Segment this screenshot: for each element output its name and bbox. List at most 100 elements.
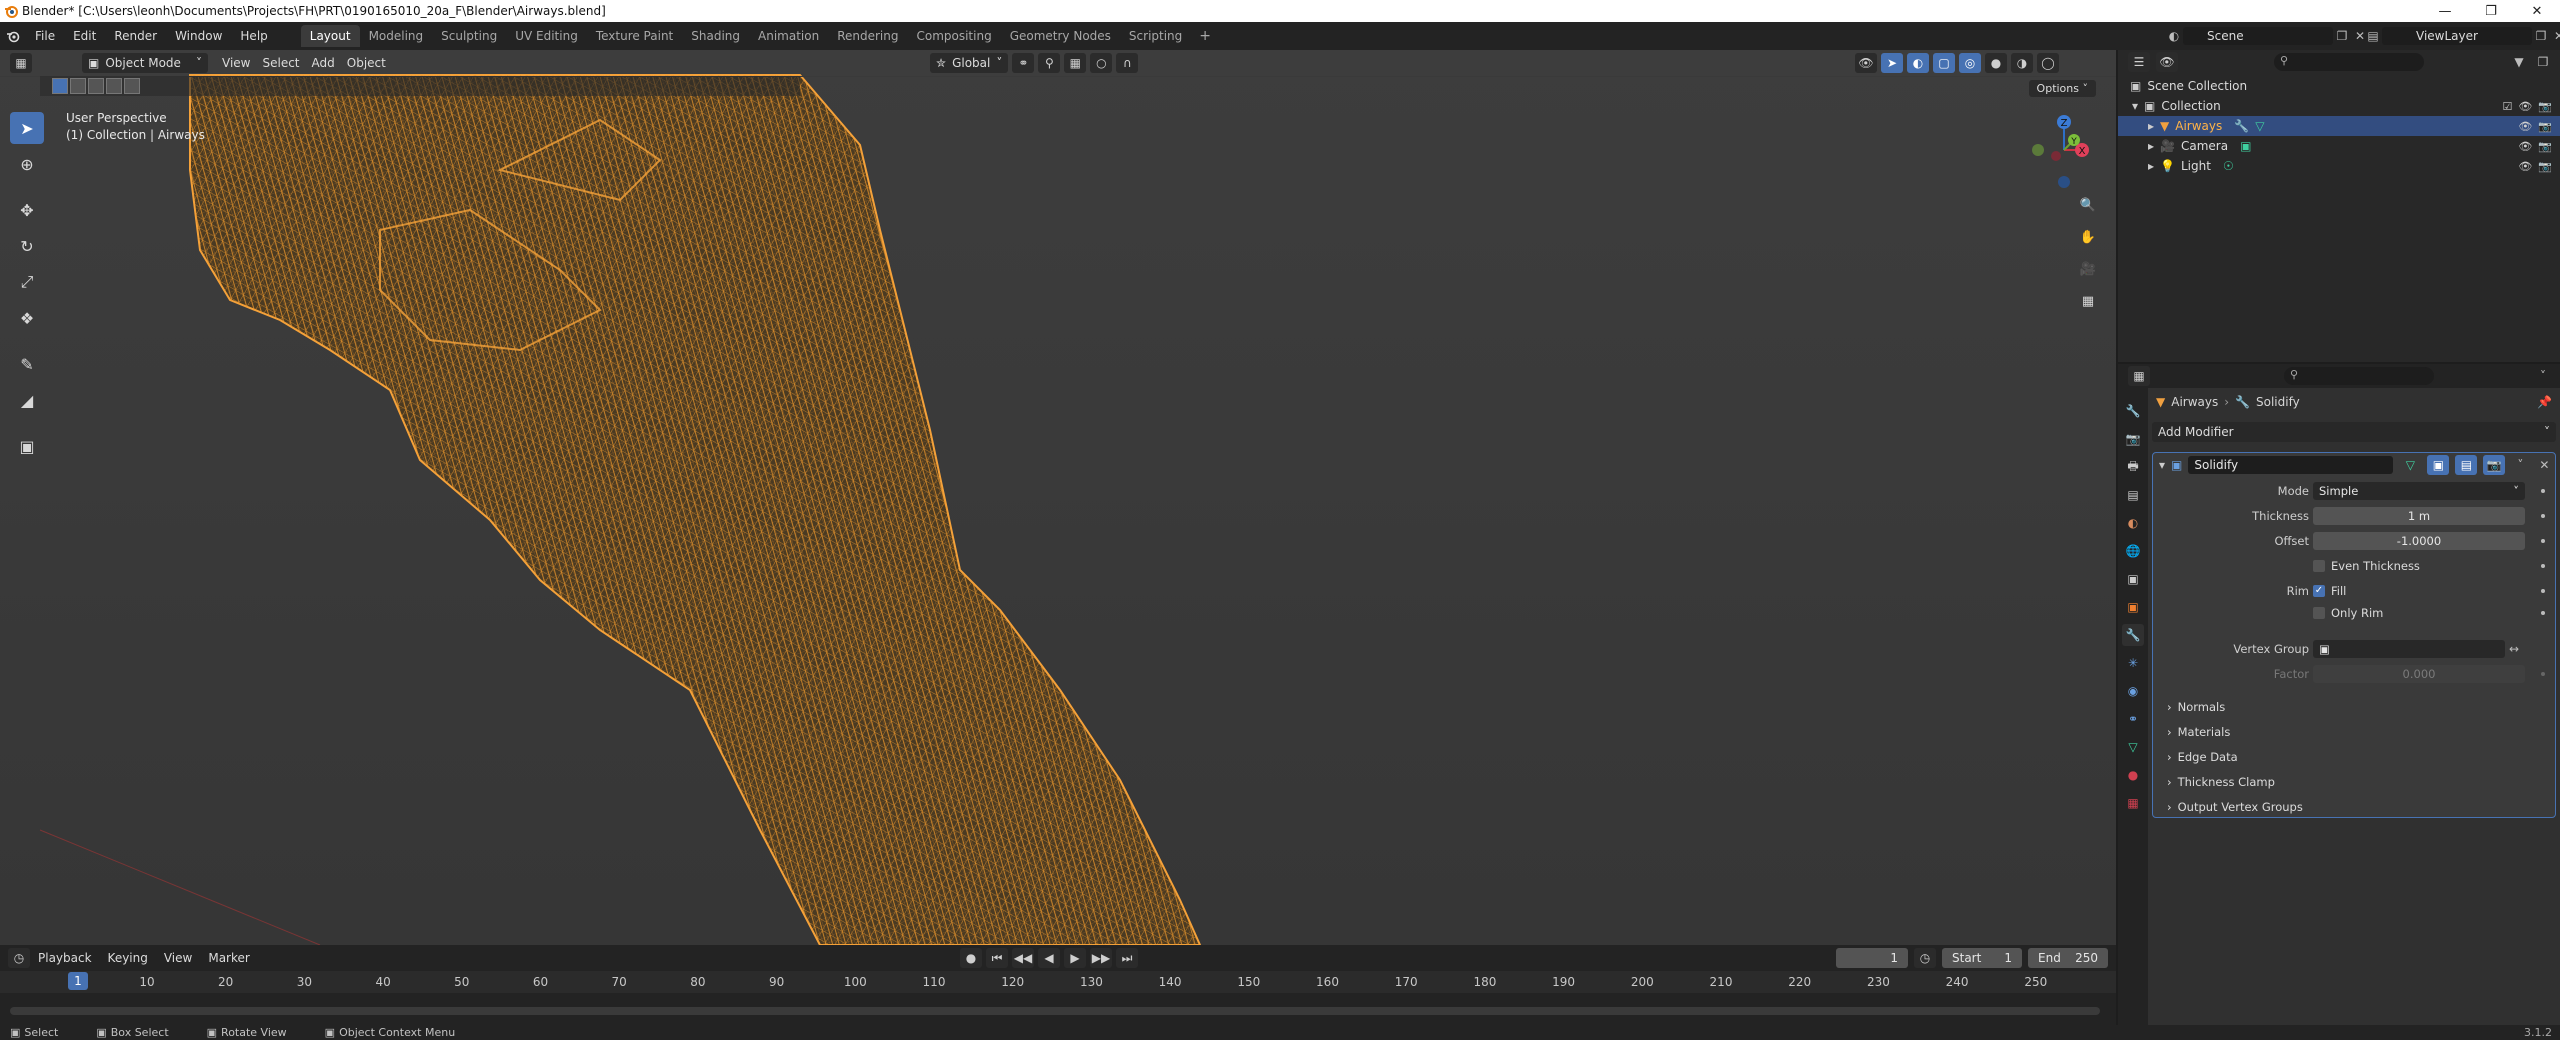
clock-icon[interactable]: ◷ — [1914, 948, 1936, 968]
tab-compositing[interactable]: Compositing — [907, 25, 1000, 47]
pin-icon[interactable]: 📌 — [2537, 395, 2552, 409]
outliner-row-collection[interactable]: ▾ ▣ Collection ☑ 👁 📷 — [2118, 96, 2560, 116]
outliner-editor-icon[interactable]: ☰ — [2128, 52, 2150, 72]
visibility-icon[interactable]: 👁 — [1855, 53, 1877, 73]
solid-shading-icon[interactable]: ● — [1985, 53, 2007, 73]
properties-editor-icon[interactable]: ▦ — [2128, 366, 2150, 386]
material-shading-icon[interactable]: ◑ — [2011, 53, 2033, 73]
close-icon[interactable]: ✕ — [2514, 0, 2560, 22]
tab-modeling[interactable]: Modeling — [360, 25, 433, 47]
chevron-down-icon[interactable]: ▾ — [2159, 458, 2165, 472]
tab-texture-paint[interactable]: Texture Paint — [587, 25, 682, 47]
outliner-row-light[interactable]: ▸ 💡 Light ☉ 👁 📷 — [2118, 156, 2560, 176]
subpanel-edge-data[interactable]: › Edge Data — [2167, 750, 2238, 764]
play-reverse-icon[interactable]: ◀ — [1038, 948, 1060, 968]
falloff-icon[interactable]: ∩ — [1116, 53, 1139, 73]
camera-render-icon[interactable]: 📷 — [2538, 140, 2552, 153]
camera-render-icon[interactable]: 📷 — [2538, 120, 2552, 133]
filter-icon[interactable]: ▼ — [2510, 53, 2528, 71]
eye-icon[interactable]: 👁 — [2518, 100, 2532, 113]
overlays-icon[interactable]: ◐ — [1907, 53, 1929, 73]
camera-render-icon[interactable]: 📷 — [2538, 160, 2552, 173]
xray-icon[interactable]: ▢ — [1933, 53, 1955, 73]
close-icon[interactable]: ✕ — [2535, 456, 2553, 474]
mesh-data-tab-icon[interactable]: ▽ — [2122, 736, 2144, 758]
start-frame-field[interactable]: Start 1 — [1942, 948, 2022, 968]
select-invert-icon[interactable] — [106, 78, 122, 94]
keyframe-dot-icon[interactable] — [2541, 589, 2545, 593]
particles-tab-icon[interactable]: ✳ — [2122, 652, 2144, 674]
timeline-menu-marker[interactable]: Marker — [200, 951, 257, 965]
jump-start-icon[interactable]: ⏮ — [986, 948, 1008, 968]
keyframe-dot-icon[interactable] — [2541, 514, 2545, 518]
end-frame-field[interactable]: End 250 — [2028, 948, 2108, 968]
menu-file[interactable]: File — [26, 22, 64, 50]
new-view-layer-icon[interactable]: ❐ — [2532, 27, 2550, 45]
3d-viewport[interactable]: ▦ ▣ Object Mode ˅ View Select Add Object… — [0, 50, 2116, 945]
chevron-down-icon[interactable]: ˅ — [2534, 367, 2552, 385]
view-layer-icon[interactable]: ▤ — [2364, 27, 2382, 45]
menu-window[interactable]: Window — [166, 22, 231, 50]
tab-shading[interactable]: Shading — [682, 25, 749, 47]
fill-checkbox[interactable]: ✓ — [2313, 585, 2325, 597]
blender-menu-icon[interactable] — [0, 29, 26, 43]
new-collection-icon[interactable]: ❐ — [2534, 53, 2552, 71]
tab-animation[interactable]: Animation — [749, 25, 828, 47]
chevron-down-icon[interactable]: ▾ — [2132, 99, 2138, 113]
timeline-scrollbar[interactable] — [10, 1007, 2100, 1015]
perspective-toggle-icon[interactable]: ▦ — [2076, 289, 2100, 313]
subpanel-normals[interactable]: › Normals — [2167, 700, 2225, 714]
invert-arrows-icon[interactable]: ↔ — [2509, 642, 2519, 656]
menu-render[interactable]: Render — [105, 22, 166, 50]
timeline-menu-keying[interactable]: Keying — [100, 951, 156, 965]
view-layer-name-field[interactable]: ViewLayer — [2382, 27, 2532, 45]
keyframe-dot-icon[interactable] — [2541, 564, 2545, 568]
outliner-row-camera[interactable]: ▸ 🎥 Camera ▣ 👁 📷 — [2118, 136, 2560, 156]
viewport-display-icon[interactable]: ▤ — [2455, 455, 2478, 475]
physics-tab-icon[interactable]: ◉ — [2122, 680, 2144, 702]
chevron-right-icon[interactable]: ▸ — [2148, 119, 2154, 133]
chevron-right-icon[interactable]: ▸ — [2148, 139, 2154, 153]
outliner-row-scene-collection[interactable]: ▣ Scene Collection — [2118, 76, 2560, 96]
measure-tool-icon[interactable]: ◢ — [10, 384, 44, 416]
even-thickness-checkbox[interactable] — [2313, 560, 2325, 572]
factor-field[interactable]: 0.000 — [2313, 665, 2525, 683]
subpanel-output-vertex-groups[interactable]: › Output Vertex Groups — [2167, 800, 2303, 814]
current-frame-field[interactable]: 1 — [1836, 948, 1908, 968]
annotate-tool-icon[interactable]: ✎ — [10, 348, 44, 380]
tab-geometry-nodes[interactable]: Geometry Nodes — [1001, 25, 1120, 47]
pivot-icon[interactable]: ⚭ — [1012, 53, 1035, 73]
display-mode-icon[interactable]: 👁 — [2156, 52, 2178, 72]
snap-icon[interactable]: ⚲ — [1038, 53, 1061, 73]
play-icon[interactable]: ▶ — [1064, 948, 1086, 968]
offset-slider[interactable]: -1.0000 — [2313, 532, 2525, 550]
keyframe-dot-icon[interactable] — [2541, 672, 2545, 676]
world-tab-icon[interactable]: 🌐 — [2122, 540, 2144, 562]
modifier-tab-icon[interactable]: 🔧 — [2122, 624, 2144, 646]
scene-tab-icon[interactable]: ◐ — [2122, 512, 2144, 534]
outliner-row-airways[interactable]: ▸ ▼ Airways 🔧 ▽ 👁 📷 — [2118, 116, 2560, 136]
only-rim-checkbox[interactable] — [2313, 607, 2325, 619]
timeline-menu-playback[interactable]: Playback — [30, 951, 100, 965]
move-tool-icon[interactable]: ✥ — [10, 194, 44, 226]
render-tab-icon[interactable]: 📷 — [2122, 428, 2144, 450]
vertex-group-field[interactable]: ▣ — [2313, 640, 2505, 658]
texture-tab-icon[interactable]: ▦ — [2122, 792, 2144, 814]
orientation-selector[interactable]: ✮ Global ˅ — [930, 53, 1009, 73]
subpanel-thickness-clamp[interactable]: › Thickness Clamp — [2167, 775, 2275, 789]
edit-mode-toggle-icon[interactable]: ▽ — [2399, 455, 2422, 475]
camera-view-icon[interactable]: 🎥 — [2076, 257, 2100, 281]
navigation-gizmo[interactable]: Z X Y — [2024, 110, 2104, 190]
view-layer-tab-icon[interactable]: ▤ — [2122, 484, 2144, 506]
proportional-edit-icon[interactable]: ○ — [1090, 53, 1113, 73]
tool-tab-icon[interactable]: 🔧 — [2122, 400, 2144, 422]
tab-sculpting[interactable]: Sculpting — [432, 25, 506, 47]
add-workspace-icon[interactable]: + — [1191, 28, 1219, 44]
checkbox-icon[interactable]: ☑ — [2502, 100, 2512, 113]
edit-mode-display-icon[interactable]: ▣ — [2427, 455, 2450, 475]
viewport-menu-view[interactable]: View — [216, 53, 256, 73]
snap-target-icon[interactable]: ▦ — [1064, 53, 1087, 73]
prev-keyframe-icon[interactable]: ◀◀ — [1012, 948, 1034, 968]
add-modifier-button[interactable]: Add Modifier ˅ — [2152, 422, 2556, 442]
thickness-field[interactable]: 1 m — [2313, 507, 2525, 525]
